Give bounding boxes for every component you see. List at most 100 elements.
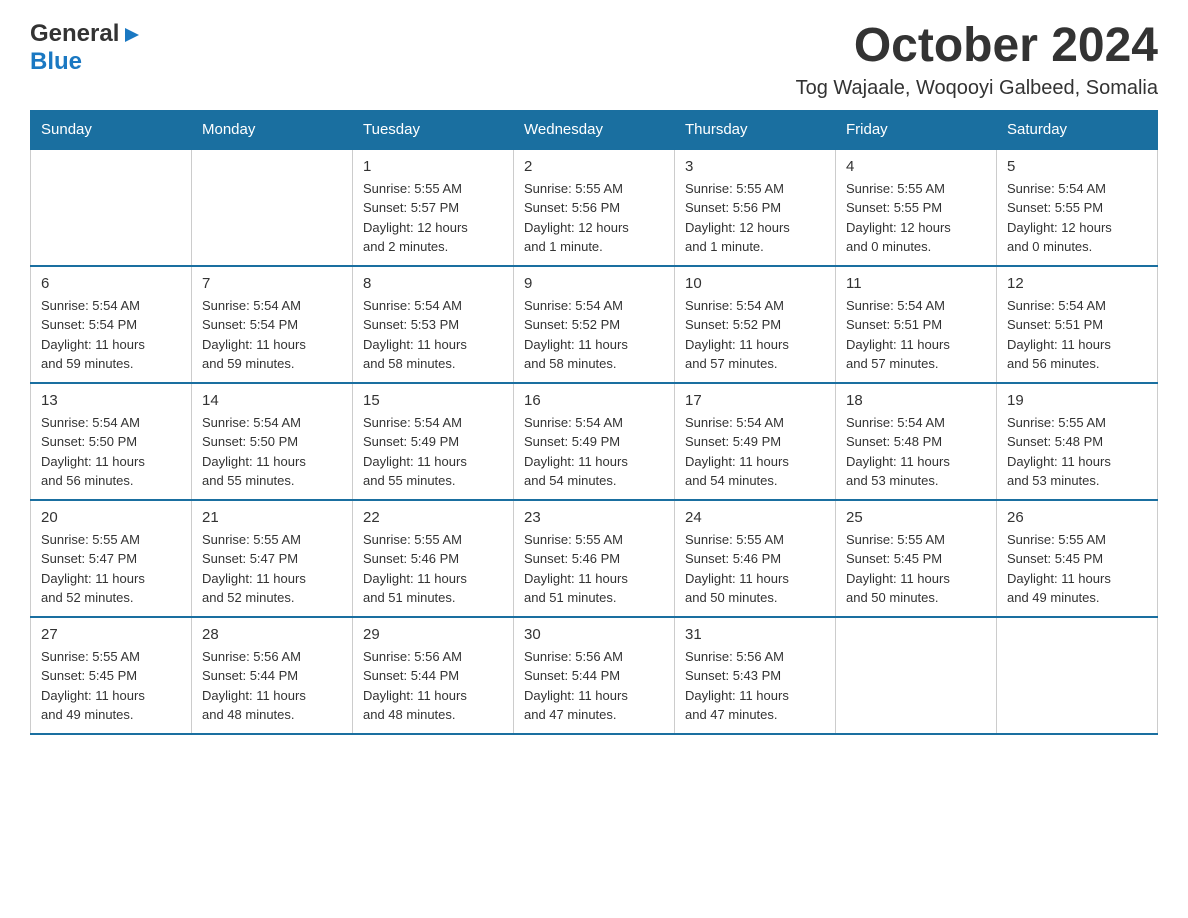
day-number: 3 <box>685 158 825 175</box>
day-info: Sunrise: 5:55 AM Sunset: 5:57 PM Dayligh… <box>363 179 503 257</box>
day-number: 13 <box>41 392 181 409</box>
day-info: Sunrise: 5:54 AM Sunset: 5:50 PM Dayligh… <box>41 413 181 491</box>
calendar-week-row: 27Sunrise: 5:55 AM Sunset: 5:45 PM Dayli… <box>31 617 1158 734</box>
day-info: Sunrise: 5:55 AM Sunset: 5:48 PM Dayligh… <box>1007 413 1147 491</box>
table-row: 11Sunrise: 5:54 AM Sunset: 5:51 PM Dayli… <box>836 266 997 383</box>
table-row: 8 Sunrise: 5:54 AM Sunset: 5:53 PM Daylig… <box>353 266 514 383</box>
table-row: 7Sunrise: 5:54 AM Sunset: 5:54 PM Daylig… <box>192 266 353 383</box>
calendar-week-row: 20 Sunrise: 5:55 AM Sunset: 5:47 PM Dayli… <box>31 500 1158 617</box>
day-info: Sunrise: 5:54 AM Sunset: 5:52 PM Dayligh… <box>524 296 664 374</box>
table-row: 9 Sunrise: 5:54 AM Sunset: 5:52 PM Daylig… <box>514 266 675 383</box>
col-monday: Monday <box>192 110 353 149</box>
day-number: 21 <box>202 509 342 526</box>
calendar-table: Sunday Monday Tuesday Wednesday Thursday… <box>30 110 1158 735</box>
table-row <box>192 149 353 266</box>
day-info: Sunrise: 5:55 AM Sunset: 5:45 PM Dayligh… <box>41 647 181 725</box>
table-row: 14 Sunrise: 5:54 AM Sunset: 5:50 PM Dayli… <box>192 383 353 500</box>
col-thursday: Thursday <box>675 110 836 149</box>
table-row: 1Sunrise: 5:55 AM Sunset: 5:57 PM Daylig… <box>353 149 514 266</box>
day-number: 17 <box>685 392 825 409</box>
col-wednesday: Wednesday <box>514 110 675 149</box>
table-row: 21 Sunrise: 5:55 AM Sunset: 5:47 PM Dayli… <box>192 500 353 617</box>
day-info: Sunrise: 5:56 AM Sunset: 5:44 PM Dayligh… <box>363 647 503 725</box>
day-info: Sunrise: 5:54 AM Sunset: 5:51 PM Dayligh… <box>1007 296 1147 374</box>
title-section: October 2024 Tog Wajaale, Woqooyi Galbee… <box>796 20 1158 100</box>
day-info: Sunrise: 5:55 AM Sunset: 5:56 PM Dayligh… <box>685 179 825 257</box>
day-info: Sunrise: 5:55 AM Sunset: 5:46 PM Dayligh… <box>524 530 664 608</box>
day-info: Sunrise: 5:54 AM Sunset: 5:51 PM Dayligh… <box>846 296 986 374</box>
day-number: 24 <box>685 509 825 526</box>
day-number: 9 <box>524 275 664 292</box>
table-row: 2Sunrise: 5:55 AM Sunset: 5:56 PM Daylig… <box>514 149 675 266</box>
table-row <box>31 149 192 266</box>
day-info: Sunrise: 5:55 AM Sunset: 5:47 PM Dayligh… <box>41 530 181 608</box>
day-info: Sunrise: 5:55 AM Sunset: 5:45 PM Dayligh… <box>1007 530 1147 608</box>
location-title: Tog Wajaale, Woqooyi Galbeed, Somalia <box>796 77 1158 100</box>
table-row: 22 Sunrise: 5:55 AM Sunset: 5:46 PM Dayli… <box>353 500 514 617</box>
day-number: 25 <box>846 509 986 526</box>
table-row: 29 Sunrise: 5:56 AM Sunset: 5:44 PM Dayli… <box>353 617 514 734</box>
page-header: General Blue October 2024 Tog Wajaale, W… <box>30 20 1158 100</box>
day-number: 6 <box>41 275 181 292</box>
table-row: 19 Sunrise: 5:55 AM Sunset: 5:48 PM Dayli… <box>997 383 1158 500</box>
table-row <box>997 617 1158 734</box>
day-number: 31 <box>685 626 825 643</box>
table-row: 20 Sunrise: 5:55 AM Sunset: 5:47 PM Dayli… <box>31 500 192 617</box>
table-row: 30 Sunrise: 5:56 AM Sunset: 5:44 PM Dayli… <box>514 617 675 734</box>
day-number: 23 <box>524 509 664 526</box>
day-info: Sunrise: 5:55 AM Sunset: 5:45 PM Dayligh… <box>846 530 986 608</box>
day-info: Sunrise: 5:54 AM Sunset: 5:49 PM Dayligh… <box>524 413 664 491</box>
day-info: Sunrise: 5:55 AM Sunset: 5:55 PM Dayligh… <box>846 179 986 257</box>
day-info: Sunrise: 5:55 AM Sunset: 5:46 PM Dayligh… <box>363 530 503 608</box>
table-row <box>836 617 997 734</box>
calendar-header-row: Sunday Monday Tuesday Wednesday Thursday… <box>31 110 1158 149</box>
col-sunday: Sunday <box>31 110 192 149</box>
day-number: 12 <box>1007 275 1147 292</box>
day-info: Sunrise: 5:54 AM Sunset: 5:48 PM Dayligh… <box>846 413 986 491</box>
day-number: 20 <box>41 509 181 526</box>
day-number: 8 <box>363 275 503 292</box>
day-info: Sunrise: 5:54 AM Sunset: 5:50 PM Dayligh… <box>202 413 342 491</box>
col-tuesday: Tuesday <box>353 110 514 149</box>
day-info: Sunrise: 5:56 AM Sunset: 5:44 PM Dayligh… <box>524 647 664 725</box>
day-number: 16 <box>524 392 664 409</box>
day-info: Sunrise: 5:54 AM Sunset: 5:52 PM Dayligh… <box>685 296 825 374</box>
day-info: Sunrise: 5:54 AM Sunset: 5:49 PM Dayligh… <box>685 413 825 491</box>
table-row: 3 Sunrise: 5:55 AM Sunset: 5:56 PM Daylig… <box>675 149 836 266</box>
day-number: 30 <box>524 626 664 643</box>
day-info: Sunrise: 5:55 AM Sunset: 5:47 PM Dayligh… <box>202 530 342 608</box>
table-row: 23 Sunrise: 5:55 AM Sunset: 5:46 PM Dayli… <box>514 500 675 617</box>
day-info: Sunrise: 5:56 AM Sunset: 5:44 PM Dayligh… <box>202 647 342 725</box>
table-row: 13 Sunrise: 5:54 AM Sunset: 5:50 PM Dayli… <box>31 383 192 500</box>
table-row: 31Sunrise: 5:56 AM Sunset: 5:43 PM Dayli… <box>675 617 836 734</box>
calendar-week-row: 1Sunrise: 5:55 AM Sunset: 5:57 PM Daylig… <box>31 149 1158 266</box>
day-number: 28 <box>202 626 342 643</box>
table-row: 25 Sunrise: 5:55 AM Sunset: 5:45 PM Dayli… <box>836 500 997 617</box>
month-title: October 2024 <box>796 20 1158 73</box>
table-row: 27Sunrise: 5:55 AM Sunset: 5:45 PM Dayli… <box>31 617 192 734</box>
day-info: Sunrise: 5:54 AM Sunset: 5:53 PM Dayligh… <box>363 296 503 374</box>
table-row: 15Sunrise: 5:54 AM Sunset: 5:49 PM Dayli… <box>353 383 514 500</box>
calendar-week-row: 13 Sunrise: 5:54 AM Sunset: 5:50 PM Dayli… <box>31 383 1158 500</box>
day-info: Sunrise: 5:55 AM Sunset: 5:56 PM Dayligh… <box>524 179 664 257</box>
logo-blue-text: Blue <box>30 48 82 75</box>
day-info: Sunrise: 5:54 AM Sunset: 5:49 PM Dayligh… <box>363 413 503 491</box>
day-number: 5 <box>1007 158 1147 175</box>
table-row: 28 Sunrise: 5:56 AM Sunset: 5:44 PM Dayli… <box>192 617 353 734</box>
day-info: Sunrise: 5:54 AM Sunset: 5:54 PM Dayligh… <box>41 296 181 374</box>
day-number: 19 <box>1007 392 1147 409</box>
table-row: 26Sunrise: 5:55 AM Sunset: 5:45 PM Dayli… <box>997 500 1158 617</box>
day-info: Sunrise: 5:54 AM Sunset: 5:55 PM Dayligh… <box>1007 179 1147 257</box>
table-row: 16 Sunrise: 5:54 AM Sunset: 5:49 PM Dayli… <box>514 383 675 500</box>
col-saturday: Saturday <box>997 110 1158 149</box>
logo-arrow-icon <box>121 24 143 46</box>
day-number: 14 <box>202 392 342 409</box>
table-row: 17 Sunrise: 5:54 AM Sunset: 5:49 PM Dayli… <box>675 383 836 500</box>
calendar-week-row: 6 Sunrise: 5:54 AM Sunset: 5:54 PM Daylig… <box>31 266 1158 383</box>
day-number: 7 <box>202 275 342 292</box>
day-number: 22 <box>363 509 503 526</box>
day-number: 29 <box>363 626 503 643</box>
table-row: 6 Sunrise: 5:54 AM Sunset: 5:54 PM Daylig… <box>31 266 192 383</box>
logo: General Blue <box>30 20 143 76</box>
table-row: 5 Sunrise: 5:54 AM Sunset: 5:55 PM Daylig… <box>997 149 1158 266</box>
